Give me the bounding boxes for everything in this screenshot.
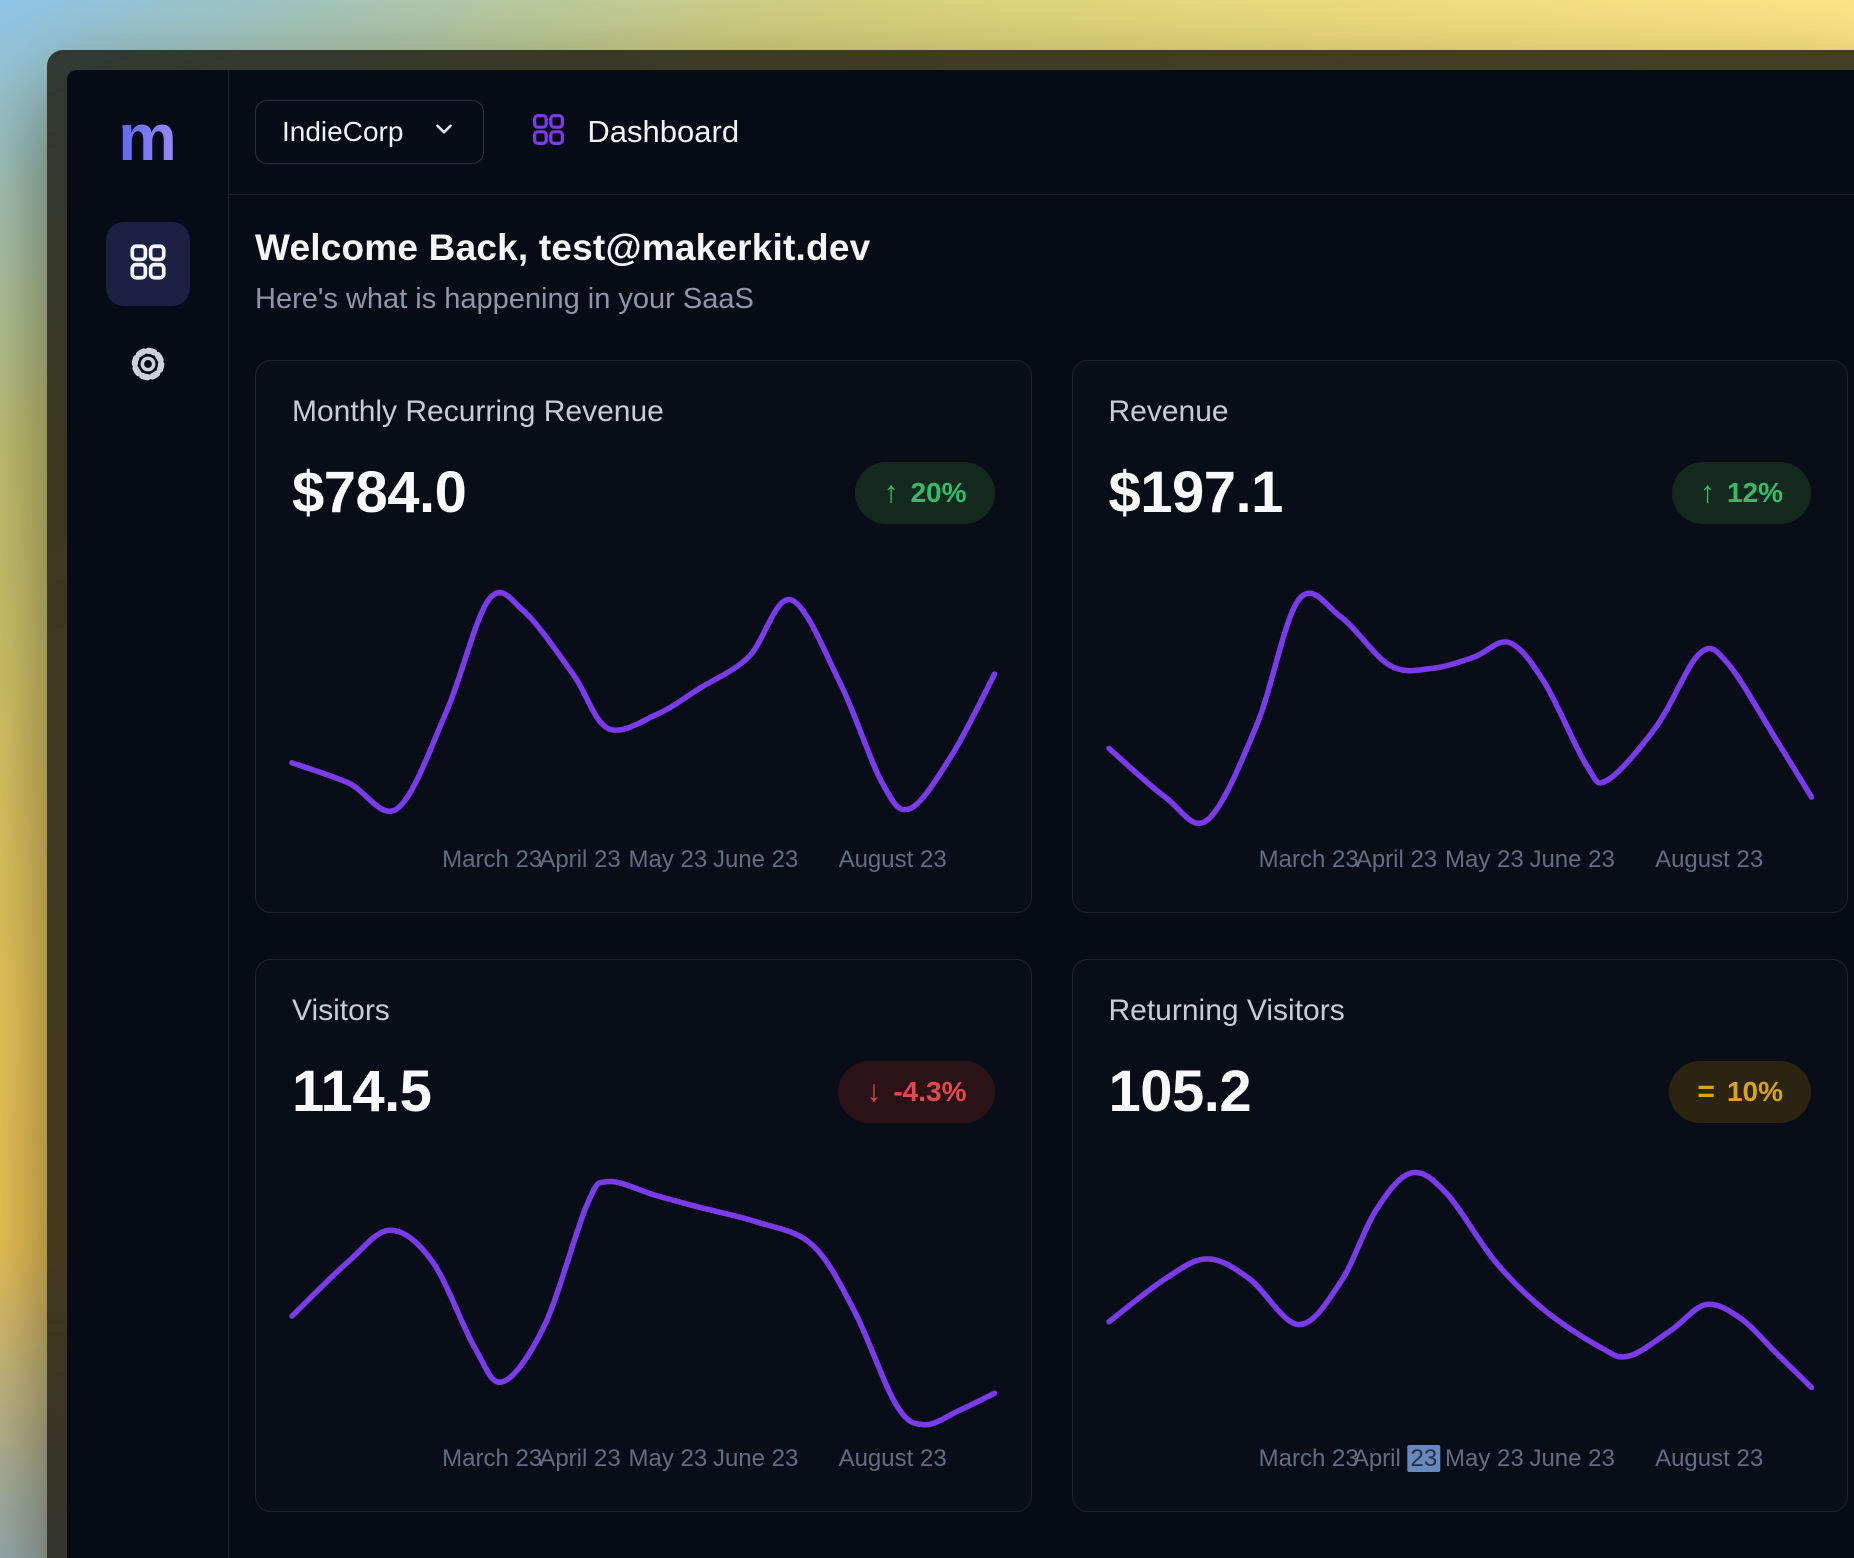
x-axis-tick: August 23 — [839, 846, 947, 874]
top-bar: IndieCorp — [229, 70, 1854, 195]
sidebar-nav — [106, 222, 190, 391]
card-title: Monthly Recurring Revenue — [292, 395, 995, 429]
x-axis-tick: August 23 — [1655, 846, 1763, 874]
org-selector-button[interactable]: IndieCorp — [255, 100, 484, 164]
trend-badge: ↓ -4.3% — [838, 1061, 994, 1123]
grid-icon — [127, 241, 169, 288]
x-axis-tick: May 23 — [1445, 1445, 1524, 1473]
card-monthly-recurring-revenue: Monthly Recurring Revenue $784.0 ↑ 20% M… — [255, 360, 1032, 913]
x-axis-tick: June 23 — [1529, 1445, 1614, 1473]
desktop-wallpaper: m — [0, 0, 1854, 1558]
x-axis-tick: May 23 — [628, 846, 707, 874]
x-axis-tick: May 23 — [628, 1445, 707, 1473]
org-selector-label: IndieCorp — [282, 116, 403, 148]
x-axis-tick: June 23 — [1529, 846, 1614, 874]
x-axis-labels: March 23April 23May 23June 23 August 23 — [1109, 1445, 1812, 1477]
line-chart — [292, 1153, 995, 1439]
app-frame: m — [67, 70, 1854, 1558]
card-returning-visitors: Returning Visitors 105.2 = 10% March 23A… — [1072, 959, 1849, 1512]
x-axis-tick: August 23 — [839, 1445, 947, 1473]
trend-up-icon: ↑ — [1700, 478, 1715, 508]
trend-badge: ↑ 12% — [1672, 462, 1811, 524]
value-row: 114.5 ↓ -4.3% — [292, 1058, 995, 1125]
x-axis-tick: April 23 — [539, 1445, 620, 1473]
x-axis-tick: April 23 — [1356, 846, 1437, 874]
card-value: 105.2 — [1109, 1058, 1252, 1125]
stats-grid: Monthly Recurring Revenue $784.0 ↑ 20% M… — [255, 360, 1848, 1512]
card-value: $197.1 — [1109, 459, 1283, 526]
trend-up-icon: ↑ — [883, 478, 898, 508]
x-axis-tick: March 23 — [1259, 1445, 1359, 1473]
card-revenue: Revenue $197.1 ↑ 12% March 23April 23 May… — [1072, 360, 1849, 913]
value-row: $784.0 ↑ 20% — [292, 459, 995, 526]
makerkit-logo: m — [118, 104, 177, 170]
line-chart — [1109, 554, 1812, 840]
card-title: Revenue — [1109, 395, 1812, 429]
card-value: $784.0 — [292, 459, 466, 526]
welcome-title: Welcome Back, test@makerkit.dev — [255, 227, 1848, 269]
trend-value: 12% — [1727, 477, 1783, 509]
card-visitors: Visitors 114.5 ↓ -4.3% March 23April 23M… — [255, 959, 1032, 1512]
dashboard-content: Welcome Back, test@makerkit.dev Here's w… — [229, 195, 1854, 1558]
x-axis-labels: March 23April 23 May 23June 23 August 23 — [1109, 846, 1812, 878]
welcome-subtitle: Here's what is happening in your SaaS — [255, 283, 1848, 316]
trend-badge: ↑ 20% — [855, 462, 994, 524]
chevron-down-icon — [431, 116, 457, 149]
trend-value: -4.3% — [893, 1076, 966, 1108]
page-heading: Dashboard — [530, 111, 739, 153]
gear-icon — [126, 342, 170, 391]
card-title: Visitors — [292, 994, 995, 1028]
sidebar-item-dashboard[interactable] — [106, 222, 190, 306]
x-axis-tick: March 23 — [442, 1445, 542, 1473]
line-chart — [1109, 1153, 1812, 1439]
sidebar: m — [67, 70, 229, 1558]
x-axis-labels: March 23April 23 May 23June 23 August 23 — [292, 846, 995, 878]
value-row: $197.1 ↑ 12% — [1109, 459, 1812, 526]
main-area: IndieCorp — [229, 70, 1854, 1558]
grid-icon — [530, 111, 567, 153]
card-title: Returning Visitors — [1109, 994, 1812, 1028]
trend-down-icon: ↓ — [866, 1077, 881, 1107]
x-axis-tick: May 23 — [1445, 846, 1524, 874]
app-window: m — [47, 50, 1854, 1558]
card-value: 114.5 — [292, 1058, 431, 1125]
x-axis-tick: April 23 — [539, 846, 620, 874]
x-axis-labels: March 23April 23 May 23June 23 August 23 — [292, 1445, 995, 1477]
x-axis-tick: August 23 — [1655, 1445, 1763, 1473]
trend-badge: = 10% — [1669, 1061, 1811, 1123]
page-title: Dashboard — [587, 114, 739, 150]
x-axis-tick: June 23 — [713, 1445, 798, 1473]
sidebar-item-settings[interactable] — [126, 342, 170, 391]
x-axis-tick: March 23 — [1259, 846, 1359, 874]
x-axis-tick: March 23 — [442, 846, 542, 874]
trend-value: 10% — [1727, 1076, 1783, 1108]
trend-value: 20% — [910, 477, 966, 509]
value-row: 105.2 = 10% — [1109, 1058, 1812, 1125]
x-axis-tick: April 23 — [1353, 1445, 1440, 1473]
x-axis-tick: June 23 — [713, 846, 798, 874]
selected-text: 23 — [1408, 1445, 1441, 1472]
trend-flat-icon: = — [1697, 1077, 1715, 1107]
line-chart — [292, 554, 995, 840]
